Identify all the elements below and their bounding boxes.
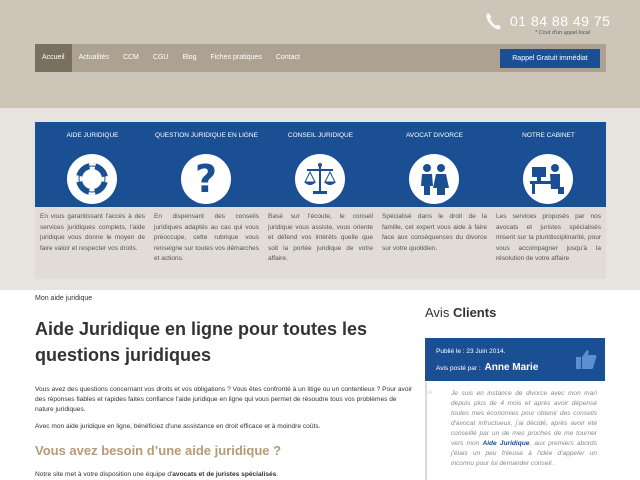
third-paragraph-start: Notre site met à votre disposition une é… (35, 471, 173, 478)
lifebuoy-icon (76, 163, 108, 195)
sidebar-title-bold: Clients (452, 305, 497, 320)
card-notre-cabinet[interactable]: NOTRE CABINET Les services proposés par … (491, 122, 606, 279)
phone-note: * Cout d'un appel local (535, 30, 590, 36)
card-icon-circle (409, 154, 459, 204)
posted-by: Avis posté par : Anne Marie (436, 362, 538, 373)
card-title: AVOCAT DIVORCE (405, 132, 464, 139)
card-text: Spécialisé dans le droit de la famille, … (382, 213, 487, 252)
published-date: Publié le : 23 Juin 2014. (436, 348, 506, 355)
posted-by-label: Avis posté par : (436, 365, 481, 372)
card-text: En vous garantissant l'accès à des servi… (40, 213, 145, 252)
nav-item-fiches-pratiques[interactable]: Fiches pratiques (203, 44, 268, 72)
sidebar-title: Avis Clients (425, 305, 496, 320)
card-title: CONSEIL JURIDIQUE (287, 132, 354, 139)
third-paragraph: Notre site met à votre disposition une é… (35, 470, 415, 480)
quote-start: Je suis en instance de divorce avec mon … (451, 390, 597, 447)
card-title: AIDE JURIDIQUE (66, 132, 119, 139)
card-question-juridique[interactable]: QUESTION JURIDIQUE EN LIGNE ? En dispens… (149, 122, 264, 279)
question-mark-icon: ? (194, 157, 218, 201)
sidebar-title-light: Avis (425, 305, 450, 320)
card-title: NOTRE CABINET (522, 132, 575, 139)
quote-link[interactable]: Aide Juridique (482, 440, 529, 447)
card-icon-circle (67, 154, 117, 204)
testimonial-header: Publié le : 23 Juin 2014. Avis posté par… (425, 338, 605, 381)
card-text: En dispensant des conseils juridiques ad… (154, 213, 259, 262)
third-paragraph-bold: avocats et de juristes spécialisés (172, 471, 277, 478)
card-conseil-juridique[interactable]: CONSEIL JURIDIQUE Basé sur l'écoute, le … (263, 122, 378, 279)
thumbs-up-icon (576, 350, 597, 369)
card-icon-circle (523, 154, 573, 204)
nav-item-accueil[interactable]: Accueil (35, 44, 72, 72)
section-heading: Vous avez besoin d’une aide juridique ? (35, 443, 282, 458)
card-title: QUESTION JURIDIQUE EN LIGNE (155, 132, 258, 139)
intro-paragraph: Vous avez des questions concernant vos d… (35, 386, 413, 413)
phone-block[interactable]: 01 84 88 49 75 (484, 11, 610, 31)
testimonial-quote: Je suis en instance de divorce avec mon … (425, 382, 605, 480)
nav-item-cgu[interactable]: CGU (146, 44, 176, 72)
phone-number: 01 84 88 49 75 (510, 13, 611, 29)
callback-button[interactable]: Rappel Gratuit immédiat (500, 49, 600, 68)
card-aide-juridique[interactable]: AIDE JURIDIQUE En vous garantissant l'ac… (35, 122, 150, 279)
nav-item-actualit-s[interactable]: Actualités (72, 44, 116, 72)
card-icon-circle: ? (181, 154, 231, 204)
phone-icon (486, 12, 502, 30)
nav-item-blog[interactable]: Blog (175, 44, 203, 72)
card-avocat-divorce[interactable]: AVOCAT DIVORCE Spécialisé dans le droit … (377, 122, 492, 279)
card-text: Les services proposés par nos avocats et… (496, 213, 601, 262)
third-paragraph-end: . (276, 471, 279, 478)
breadcrumb[interactable]: Mon aide juridique (35, 295, 92, 302)
card-icon-circle (295, 154, 345, 204)
nav-item-contact[interactable]: Contact (269, 44, 307, 72)
office-desk-icon (530, 164, 564, 194)
scales-icon (304, 163, 336, 194)
card-text: Basé sur l'écoute, le conseil juridique … (268, 213, 373, 262)
second-paragraph: Avec mon aide juridique en ligne, bénéfi… (35, 423, 321, 430)
author-name: Anne Marie (484, 362, 539, 373)
nav-item-ccm[interactable]: CCM (116, 44, 146, 72)
couple-icon (421, 164, 449, 195)
page-title: Aide Juridique en ligne pour toutes les … (35, 319, 368, 365)
